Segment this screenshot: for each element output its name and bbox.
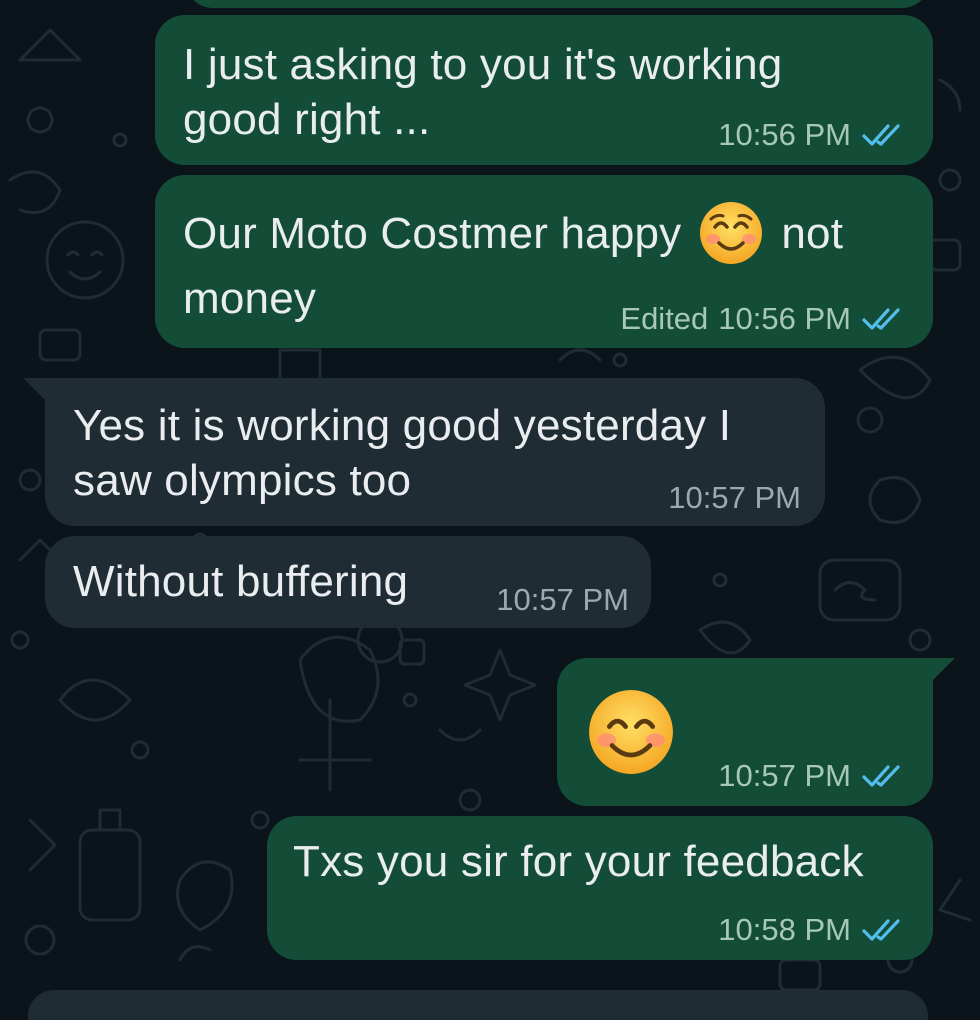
bubble-tail (23, 378, 47, 402)
double-check-icon (862, 124, 900, 146)
message-time: 10:58 PM (718, 912, 851, 947)
message-meta: 10:58 PM (718, 912, 905, 948)
message-line: Our Moto Costmer happy not (183, 202, 844, 264)
message-text: Without buffering (73, 554, 408, 609)
message-time: 10:57 PM (496, 582, 629, 617)
next-message-edge (28, 990, 928, 1020)
message-bubble-incoming[interactable]: Without buffering 10:57 PM (45, 536, 651, 628)
message-bubble-incoming[interactable]: Yes it is working good yesterday I saw o… (23, 378, 825, 526)
message-fragment: not (781, 208, 844, 258)
double-check-icon (862, 308, 900, 330)
message-time: 10:57 PM (718, 758, 851, 793)
smiling-face-emoji-icon (700, 202, 763, 264)
double-check-icon (862, 765, 900, 787)
message-bubble-outgoing[interactable]: Our Moto Costmer happy not money Edited … (155, 175, 933, 348)
edited-label: Edited (620, 301, 709, 336)
previous-message-edge (185, 0, 930, 8)
message-meta: 10:56 PM (718, 117, 905, 153)
message-fragment: Our Moto Costmer happy (183, 208, 682, 258)
message-bubble-outgoing[interactable]: I just asking to you it's working good r… (155, 15, 933, 165)
message-line: Txs you sir for your feedback (293, 837, 864, 886)
message-meta: 10:57 PM (718, 758, 905, 794)
message-line: Without buffering (73, 557, 409, 606)
message-line: saw olympics too (73, 456, 412, 505)
bubble-tail (931, 658, 955, 682)
message-meta: Edited 10:56 PM (620, 301, 905, 337)
message-meta: 10:57 PM (668, 480, 801, 516)
message-meta: 10:57 PM (496, 582, 629, 618)
smiling-face-emoji-icon (589, 690, 673, 774)
message-line: Yes it is working good yesterday I (73, 401, 732, 450)
double-check-icon (862, 919, 900, 941)
message-line: I just asking to you it's working (183, 40, 783, 89)
message-text: Yes it is working good yesterday I saw o… (73, 398, 731, 508)
message-text: I just asking to you it's working good r… (183, 37, 782, 147)
message-time: 10:57 PM (668, 480, 801, 515)
message-text: Txs you sir for your feedback (293, 834, 864, 889)
message-time: 10:56 PM (718, 117, 851, 152)
message-bubble-outgoing[interactable]: Txs you sir for your feedback 10:58 PM (267, 816, 933, 960)
message-bubble-outgoing[interactable]: 10:57 PM (557, 658, 955, 806)
message-time: 10:56 PM (718, 301, 851, 336)
message-line: good right ... (183, 95, 431, 144)
